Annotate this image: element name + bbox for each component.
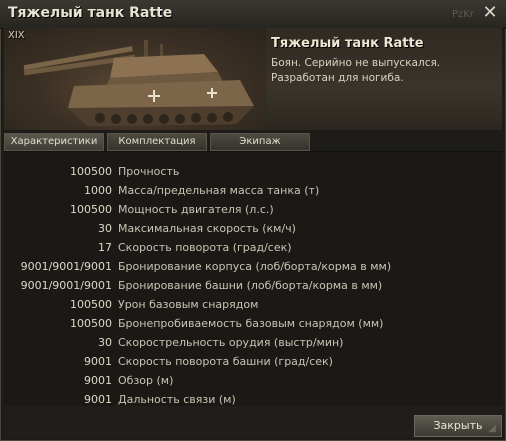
stat-row: 100500 Прочность: [4, 162, 502, 181]
stat-label: Урон базовым снарядом: [118, 298, 259, 311]
stat-row: 100500 Урон базовым снарядом: [4, 295, 502, 314]
dialog-footer: Закрыть ◢: [4, 406, 502, 438]
stat-row: 9001/9001/9001 Бронирование корпуса (лоб…: [4, 257, 502, 276]
stat-row: 9001/9001/9001 Бронирование башни (лоб/б…: [4, 276, 502, 295]
stat-label: Скорость поворота (град/сек): [118, 241, 292, 254]
stat-row: 9001 Скорость поворота башни (град/сек): [4, 352, 502, 371]
tank-description: Боян. Серийно не выпускался. Разработан …: [271, 57, 441, 84]
stats-list: 100500 Прочность 1000 Масса/предельная м…: [4, 152, 502, 406]
tank-name: Тяжелый танк Ratte: [271, 36, 424, 51]
tab-equipment[interactable]: Комплектация: [107, 133, 207, 151]
tab-characteristics[interactable]: Характеристики: [4, 133, 104, 151]
tank-header: XIX Тяжелый танк Ratte Боян. Серийно не …: [4, 28, 502, 130]
stat-value: 100500: [70, 298, 112, 311]
stat-label: Максимальная скорость (км/ч): [118, 222, 296, 235]
stat-label: Масса/предельная масса танка (т): [118, 184, 320, 197]
close-icon[interactable]: ✕: [480, 3, 500, 23]
resize-grip-icon[interactable]: ◢: [488, 423, 496, 434]
stat-value: 9001: [84, 393, 112, 406]
tank-icon: XIX: [4, 28, 266, 130]
stat-row: 9001 Дальность связи (м): [4, 390, 502, 406]
stat-label: Бронирование корпуса (лоб/борта/корма в …: [118, 260, 392, 273]
stat-label: Бронепробиваемость базовым снарядом (мм): [118, 317, 384, 330]
tier-label: XIX: [8, 30, 25, 41]
tab-bar: Характеристики Комплектация Экипаж: [4, 133, 502, 151]
stat-label: Бронирование башни (лоб/борта/корма в мм…: [118, 279, 383, 292]
stat-label: Дальность связи (м): [118, 393, 236, 406]
stat-value: 30: [98, 222, 112, 235]
background-tank-tag: PzKr: [452, 9, 474, 20]
stat-row: 30 Максимальная скорость (км/ч): [4, 219, 502, 238]
window-title: Тяжелый танк Ratte: [8, 5, 173, 21]
stat-value: 100500: [70, 317, 112, 330]
stat-value: 9001/9001/9001: [20, 279, 112, 292]
stat-value: 9001: [84, 374, 112, 387]
stat-row: 100500 Мощность двигателя (л.с.): [4, 200, 502, 219]
stat-value: 100500: [70, 165, 112, 178]
stat-label: Мощность двигателя (л.с.): [118, 203, 274, 216]
stat-value: 9001/9001/9001: [20, 260, 112, 273]
stat-row: 30 Скорострельность орудия (выстр/мин): [4, 333, 502, 352]
stat-label: Обзор (м): [118, 374, 174, 387]
stat-row: 9001 Обзор (м): [4, 371, 502, 390]
tank-info-window: Тяжелый танк Ratte PzKr ✕ XIX Тяжелый та…: [0, 0, 506, 441]
stat-value: 100500: [70, 203, 112, 216]
stat-value: 1000: [84, 184, 112, 197]
stat-row: 17 Скорость поворота (град/сек): [4, 238, 502, 257]
stat-value: 30: [98, 336, 112, 349]
stat-row: 100500 Бронепробиваемость базовым снаряд…: [4, 314, 502, 333]
tab-crew[interactable]: Экипаж: [210, 133, 310, 151]
stat-row: 1000 Масса/предельная масса танка (т): [4, 181, 502, 200]
stat-label: Скорострельность орудия (выстр/мин): [118, 336, 344, 349]
stat-value: 9001: [84, 355, 112, 368]
title-bar[interactable]: Тяжелый танк Ratte PzKr ✕: [0, 0, 506, 29]
stat-label: Скорость поворота башни (град/сек): [118, 355, 333, 368]
stat-value: 17: [98, 241, 112, 254]
stat-label: Прочность: [118, 165, 180, 178]
